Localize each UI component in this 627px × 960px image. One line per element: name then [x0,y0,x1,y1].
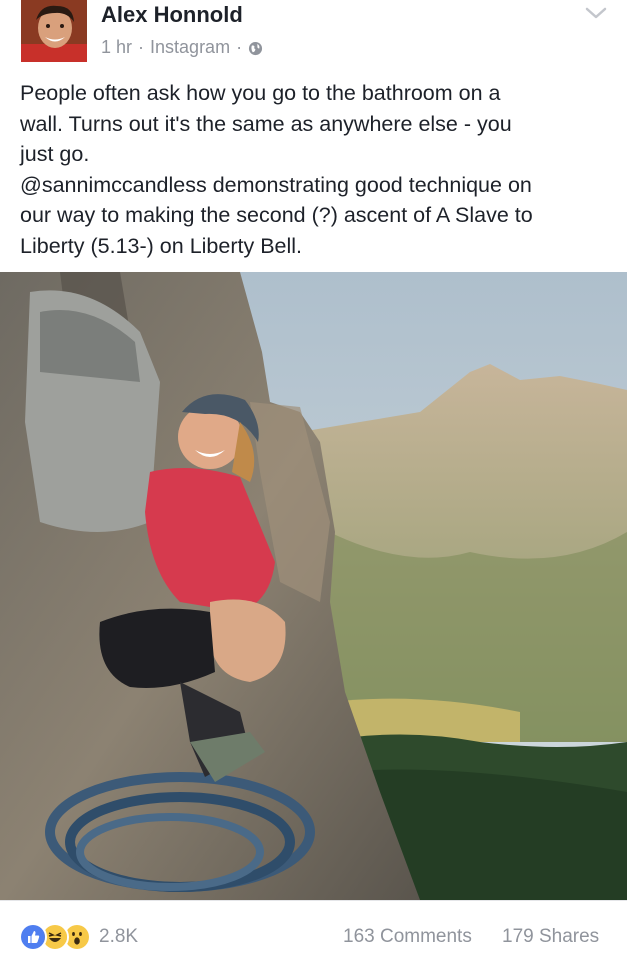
post-source[interactable]: Instagram [150,37,230,58]
post-time[interactable]: 1 hr [101,37,132,58]
globe-icon [248,40,263,56]
chevron-down-icon[interactable] [585,6,607,20]
reactions-summary[interactable]: 2.8K [19,923,138,951]
post-text-line: Liberty (5.13-) on Liberty Bell. [20,233,303,258]
post-text: People often ask how you go to the bathr… [20,78,615,261]
reaction-count: 2.8K [99,926,139,947]
post-header: Alex Honnold 1 hr · Instagram · [0,0,627,72]
post-footer: 2.8K 163 Comments 179 Shares [0,900,627,960]
post-meta: 1 hr · Instagram · [101,37,263,58]
post-text-line: just go. [20,142,90,166]
author-name[interactable]: Alex Honnold [101,2,243,28]
post-text-line: People often ask how you go to the bathr… [20,81,501,105]
shares-count[interactable]: 179 Shares [502,926,599,948]
post-text-line: our way to making the second (?) ascent … [20,203,533,227]
meta-separator: · [138,37,145,57]
avatar[interactable] [21,0,87,62]
post-text-line: @sannimccandless demonstrating good tech… [20,172,532,197]
comments-count[interactable]: 163 Comments [343,926,472,948]
meta-separator-2: · [236,37,243,57]
post-text-line: wall. Turns out it's the same as anywher… [20,111,512,136]
post-photo[interactable] [0,272,627,900]
like-icon [19,923,47,951]
